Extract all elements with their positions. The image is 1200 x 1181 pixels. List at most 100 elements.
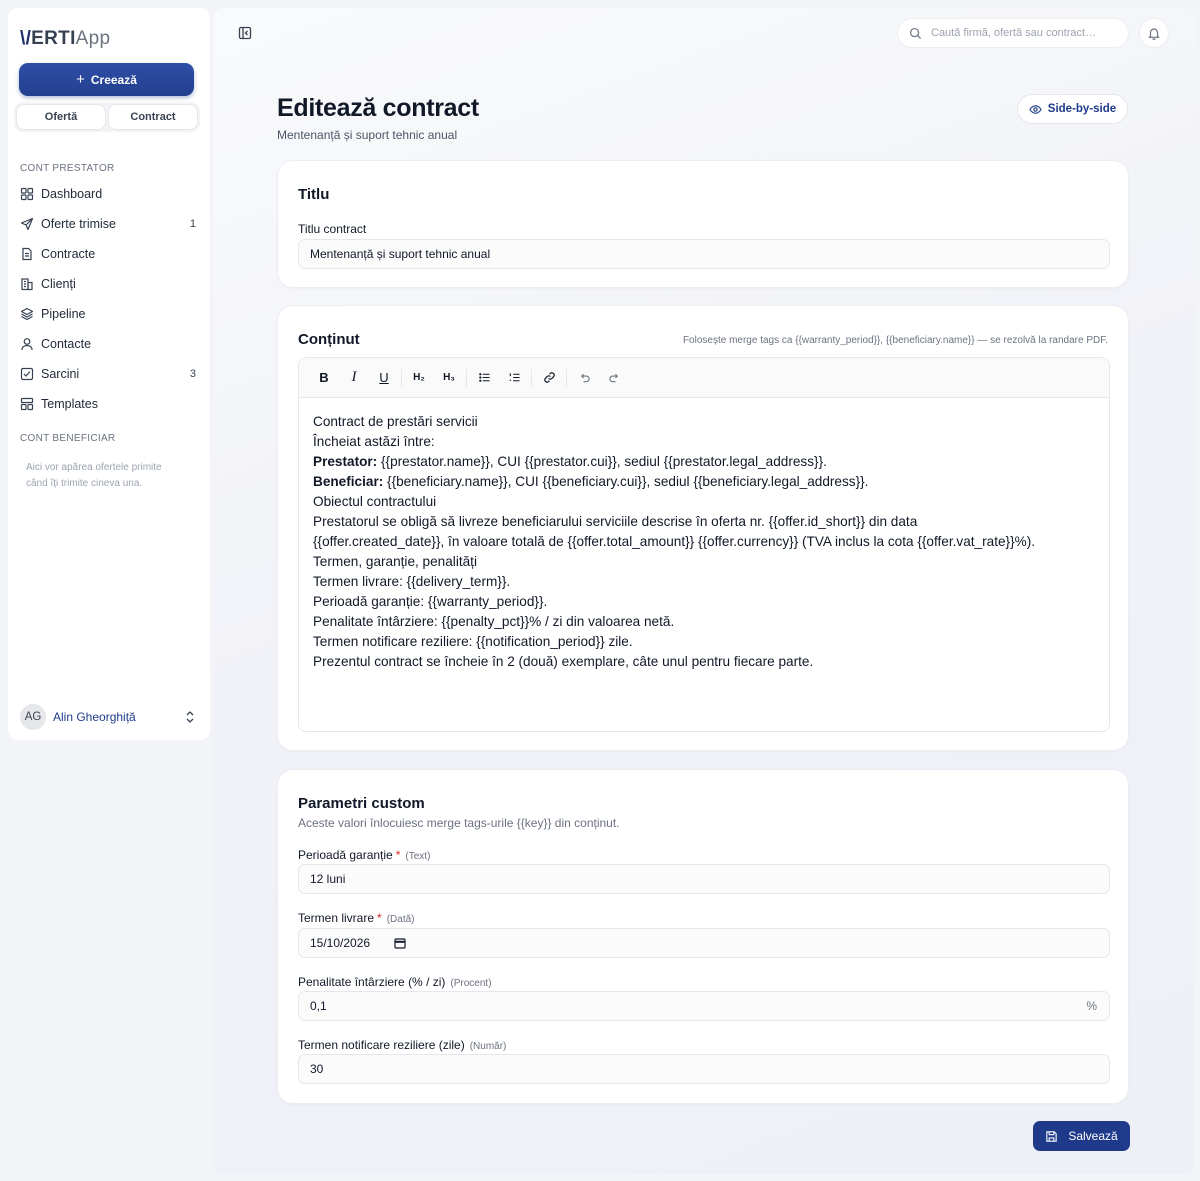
document-icon (22, 247, 32, 261)
italic-button[interactable]: I (339, 364, 369, 392)
toolbar-divider (566, 368, 567, 387)
sidebar-item-tasks[interactable]: Sarcini 3 (20, 363, 196, 385)
calendar-icon[interactable] (394, 937, 406, 949)
editor-toolbar: B I U H₂ H₃ (299, 358, 1109, 398)
create-button[interactable]: + Creează (19, 63, 194, 96)
sidebar-item-label: Sarcini (41, 367, 80, 381)
content-card: Conținut Folosește merge tags ca {{warra… (277, 305, 1129, 751)
sidebar-item-label: Contracte (41, 247, 96, 261)
param-value: 30 (310, 1062, 324, 1076)
template-icon (20, 397, 34, 411)
link-button[interactable] (534, 364, 564, 392)
logo-text: ERTI (31, 28, 76, 49)
underline-button[interactable]: U (369, 364, 399, 392)
sidebar-item-label: Templates (41, 397, 98, 411)
create-type-group: Ofertă Contract (14, 102, 200, 132)
redo-button[interactable] (599, 364, 629, 392)
user-icon (21, 338, 33, 351)
bold-button[interactable]: B (309, 364, 339, 392)
create-button-label: Creează (90, 72, 137, 87)
editor-line: Perioadă garanție: {{warranty_period}}. (313, 594, 548, 609)
checkbox-icon (20, 367, 34, 381)
contract-title-label: Titlu contract (298, 222, 367, 236)
delivery-term-input[interactable]: 15/10/2026 (298, 928, 1110, 958)
editor-bold-text: Beneficiar: (313, 474, 384, 489)
param-type: (Număr) (469, 1041, 507, 1052)
param-label-delivery: Termen livrare * (Dată) (298, 911, 415, 925)
undo-icon (580, 373, 590, 383)
editor-text: {{prestator.name}}, CUI {{prestator.cui}… (377, 454, 827, 469)
sidebar-item-contacts[interactable]: Contacte (20, 333, 196, 355)
layers-icon (20, 307, 34, 321)
page-subtitle: Mentenanță și suport tehnic anual (277, 128, 458, 142)
contract-title-input[interactable]: Mentenanță și suport tehnic anual (298, 239, 1110, 269)
editor-line: Prestator: {{prestator.name}}, CUI {{pre… (313, 452, 1109, 472)
search-icon (909, 27, 922, 39)
editor-line: Prezentul contract se încheie în 2 (două… (313, 654, 814, 669)
sidebar-item-pipeline[interactable]: Pipeline (20, 303, 196, 325)
toolbar-divider (466, 368, 467, 387)
create-offer-button[interactable]: Ofertă (16, 104, 106, 130)
sidebar-toggle-icon[interactable] (238, 26, 252, 40)
sidebar-item-dashboard[interactable]: Dashboard (20, 183, 196, 205)
sidebar-item-templates[interactable]: Templates (20, 393, 196, 415)
editor-line: Penalitate întârziere: {{penalty_pct}}% … (313, 614, 675, 629)
logo-suffix: App (75, 28, 111, 49)
warranty-period-input[interactable]: 12 luni (298, 864, 1110, 894)
user-menu[interactable]: AG Alin Gheorghiță (20, 704, 196, 730)
ordered-list-button[interactable] (499, 364, 529, 392)
param-value: 0,1 (310, 999, 327, 1013)
editor-line: Beneficiar: {{beneficiary.name}}, CUI {{… (313, 472, 1109, 492)
title-card: Titlu Titlu contract Mentenanță și supor… (277, 160, 1129, 288)
bell-icon (1148, 28, 1160, 40)
params-card-description: Aceste valori înlocuiesc merge tags-uril… (298, 816, 620, 830)
notifications-button[interactable] (1139, 18, 1169, 48)
editor-content[interactable]: Contract de prestări servicii Încheiat a… (299, 398, 1109, 672)
ordered-list-icon (509, 373, 520, 382)
section-label-provider: CONT PRESTATOR (20, 163, 115, 174)
notification-period-input[interactable]: 30 (298, 1054, 1110, 1084)
editor-line: Termen livrare: {{delivery_term}}. (313, 574, 511, 589)
sidebar-item-count: 3 (189, 368, 196, 380)
user-name: Alin Gheorghiță (53, 710, 136, 724)
heading-2-button[interactable]: H₂ (404, 364, 434, 392)
sidebar: \/ERTIApp + Creează Ofertă Contract CONT… (8, 8, 210, 740)
required-marker: * (395, 848, 401, 862)
avatar: AG (20, 704, 46, 730)
undo-button[interactable] (569, 364, 599, 392)
send-icon (20, 217, 34, 231)
heading-3-button[interactable]: H₃ (434, 364, 464, 392)
toolbar-divider (401, 368, 402, 387)
building-icon (21, 278, 33, 291)
bullet-list-button[interactable] (469, 364, 499, 392)
sidebar-item-label: Clienți (41, 277, 76, 291)
content-card-heading: Conținut (298, 331, 360, 348)
sidebar-item-clients[interactable]: Clienți (20, 273, 196, 295)
sidebar-item-sent-offers[interactable]: Oferte trimise 1 (20, 213, 196, 235)
penalty-input[interactable]: 0,1% (298, 991, 1110, 1021)
sidebar-item-label: Contacte (41, 337, 92, 351)
chevron-up-down-icon (186, 711, 194, 723)
param-label-warranty: Perioadă garanție * (Text) (298, 848, 430, 862)
editor-line: Încheiat astăzi între: (313, 434, 435, 449)
section-label-beneficiary: CONT BENEFICIAR (20, 433, 116, 444)
editor-line: Obiectul contractului (313, 494, 437, 509)
param-label-penalty: Penalitate întârziere (% / zi) (Procent) (298, 975, 492, 989)
search-input[interactable]: Caută firmă, ofertă sau contract… (897, 18, 1129, 48)
page-title: Editează contract (277, 94, 479, 122)
merge-tags-hint: Folosește merge tags ca {{warranty_perio… (682, 335, 1108, 346)
toolbar-divider (531, 368, 532, 387)
editor-line: Prestatorul se obligă să livreze benefic… (313, 514, 918, 529)
create-contract-button[interactable]: Contract (108, 104, 198, 130)
rich-text-editor[interactable]: B I U H₂ H₃ Contract de prestări servici… (298, 357, 1110, 732)
editor-line: Contract de prestări servicii (313, 414, 478, 429)
side-by-side-button[interactable]: Side-by-side (1017, 94, 1128, 124)
sidebar-item-label: Dashboard (41, 187, 103, 201)
param-label-notification: Termen notificare reziliere (zile) (Număr… (298, 1038, 506, 1052)
save-button[interactable]: Salvează (1033, 1121, 1130, 1151)
contract-title-value: Mentenanță și suport tehnic anual (310, 247, 491, 261)
editor-line: {{offer.created_date}}, în valoare total… (313, 534, 1036, 549)
param-label-text: Penalitate întârziere (% / zi) (298, 975, 446, 989)
app-logo[interactable]: \/ERTIApp (20, 28, 110, 50)
sidebar-item-contracts[interactable]: Contracte (20, 243, 196, 265)
